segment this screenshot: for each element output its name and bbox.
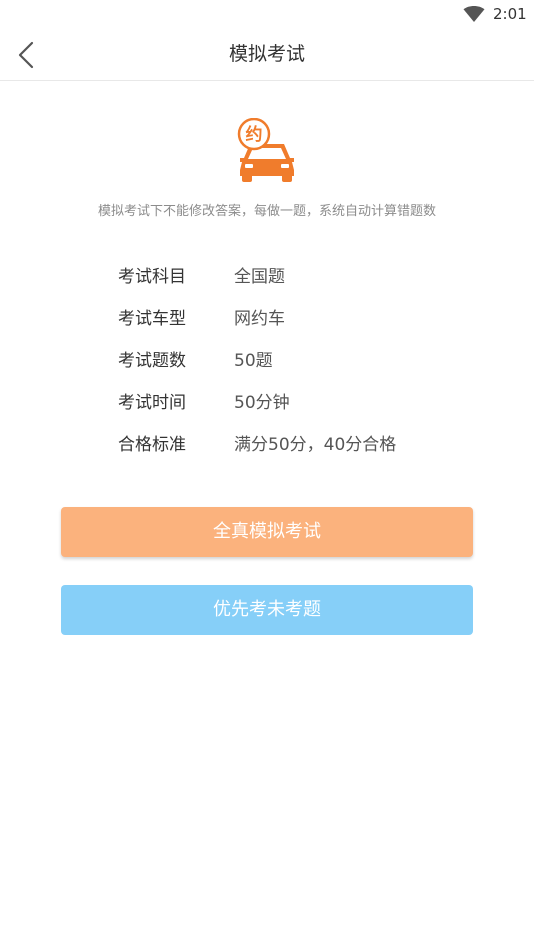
info-value: 满分50分，40分合格: [234, 435, 397, 455]
exam-description: 模拟考试下不能修改答案，每做一题，系统自动计算错题数: [97, 204, 436, 219]
info-label: 考试车型: [118, 309, 186, 329]
info-value: 50分钟: [234, 393, 290, 413]
info-label: 考试时间: [118, 393, 186, 413]
wifi-icon: [463, 6, 485, 22]
logo-badge-text: 约: [246, 124, 263, 145]
info-label: 考试科目: [118, 267, 186, 287]
info-row-duration: 考试时间 50分钟: [118, 391, 478, 415]
ride-hailing-car-icon: 约: [237, 118, 294, 182]
info-row-pass-standard: 合格标准 满分50分，40分合格: [118, 433, 478, 457]
unanswered-first-button[interactable]: 优先考未考题: [61, 585, 473, 635]
info-value: 全国题: [234, 267, 285, 287]
info-label: 合格标准: [118, 435, 186, 455]
status-time: 2:01: [493, 5, 527, 23]
info-row-vehicle-type: 考试车型 网约车: [118, 307, 478, 331]
page-title: 模拟考试: [228, 43, 305, 65]
info-label: 考试题数: [118, 351, 186, 371]
info-value: 50题: [234, 351, 273, 371]
status-bar: 2:01: [0, 0, 534, 30]
info-row-subject: 考试科目 全国题: [118, 265, 478, 289]
mock-exam-screen: 2:01 模拟考试 约 模拟考试下不能修改答案，每做一题，系统自动计算错题数 考…: [0, 0, 534, 949]
app-header: 模拟考试: [0, 30, 534, 81]
info-row-question-count: 考试题数 50题: [118, 349, 478, 373]
info-value: 网约车: [234, 309, 285, 329]
full-mock-exam-button[interactable]: 全真模拟考试: [61, 507, 473, 557]
